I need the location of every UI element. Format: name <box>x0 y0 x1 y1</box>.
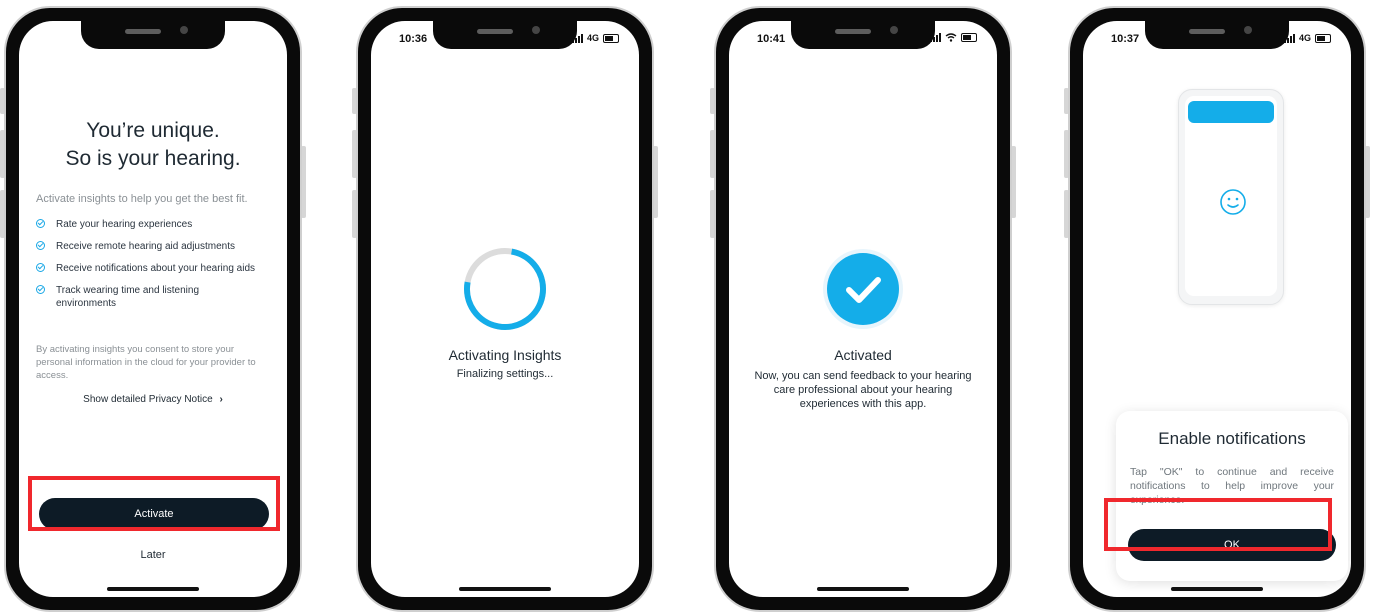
notch <box>433 21 577 49</box>
phone-frame-2: 10:36 4G Activating Insights Finalizing … <box>352 6 658 612</box>
intro-text: Activate insights to help you get the be… <box>36 193 248 205</box>
list-item: Track wearing time and listening environ… <box>36 284 276 310</box>
network-type: 4G <box>1298 33 1311 43</box>
activated-description: Now, you can send feedback to your heari… <box>754 370 972 410</box>
smiley-icon <box>1220 189 1246 215</box>
activating-title: Activating Insights <box>448 347 562 363</box>
chevron-right-icon: › <box>219 394 223 405</box>
list-item: Receive notifications about your hearing… <box>36 262 276 275</box>
home-indicator <box>107 587 199 591</box>
wifi-icon <box>945 33 957 42</box>
phone-illustration <box>1178 89 1284 305</box>
check-circle-icon <box>36 285 45 294</box>
screen-activating: 10:36 4G Activating Insights Finalizing … <box>371 21 639 597</box>
headline-line2: So is your hearing. <box>65 147 241 170</box>
list-item: Receive remote hearing aid adjustments <box>36 240 276 253</box>
home-indicator <box>459 587 551 591</box>
consent-text: By activating insights you consent to st… <box>36 344 256 381</box>
battery-icon <box>603 33 619 43</box>
status-icons <box>930 33 977 42</box>
status-icons: 4G <box>571 33 619 43</box>
headline-line1: You’re unique. <box>86 119 220 142</box>
notch <box>791 21 935 49</box>
battery-icon <box>961 33 977 42</box>
spinner-icon <box>464 248 546 330</box>
progress-arc <box>464 248 546 330</box>
network-type: 4G <box>586 33 599 43</box>
list-item: Rate your hearing experiences <box>36 218 276 231</box>
privacy-notice-link[interactable]: Show detailed Privacy Notice › <box>19 394 287 405</box>
benefits-list: Rate your hearing experiences Receive re… <box>36 218 276 319</box>
notification-banner-illustration <box>1188 101 1274 123</box>
check-circle-icon <box>36 263 45 272</box>
status-time: 10:41 <box>757 33 786 45</box>
highlight-box-ok <box>1104 498 1332 551</box>
notch <box>81 21 225 49</box>
screen-activated: 10:41 Activated Now, you can send feedba… <box>729 21 997 597</box>
status-icons: 4G <box>1283 33 1331 43</box>
success-badge <box>827 253 899 325</box>
notification-dialog: Enable notifications Tap "OK" to continu… <box>1116 411 1348 581</box>
status-time: 10:36 <box>399 33 428 45</box>
battery-icon <box>1315 33 1331 43</box>
later-button[interactable]: Later <box>19 549 287 561</box>
highlight-box-activate <box>28 476 280 531</box>
dialog-title: Enable notifications <box>1158 429 1306 448</box>
home-indicator <box>1171 587 1263 591</box>
activating-subtitle: Finalizing settings... <box>456 368 554 380</box>
notch <box>1145 21 1289 49</box>
home-indicator <box>817 587 909 591</box>
activated-title: Activated <box>834 347 892 363</box>
phone-frame-3: 10:41 Activated Now, you can send feedba… <box>710 6 1016 612</box>
status-time: 10:37 <box>1111 33 1140 45</box>
check-circle-icon <box>36 219 45 228</box>
checkmark-icon <box>846 277 881 303</box>
check-circle-icon <box>36 241 45 250</box>
